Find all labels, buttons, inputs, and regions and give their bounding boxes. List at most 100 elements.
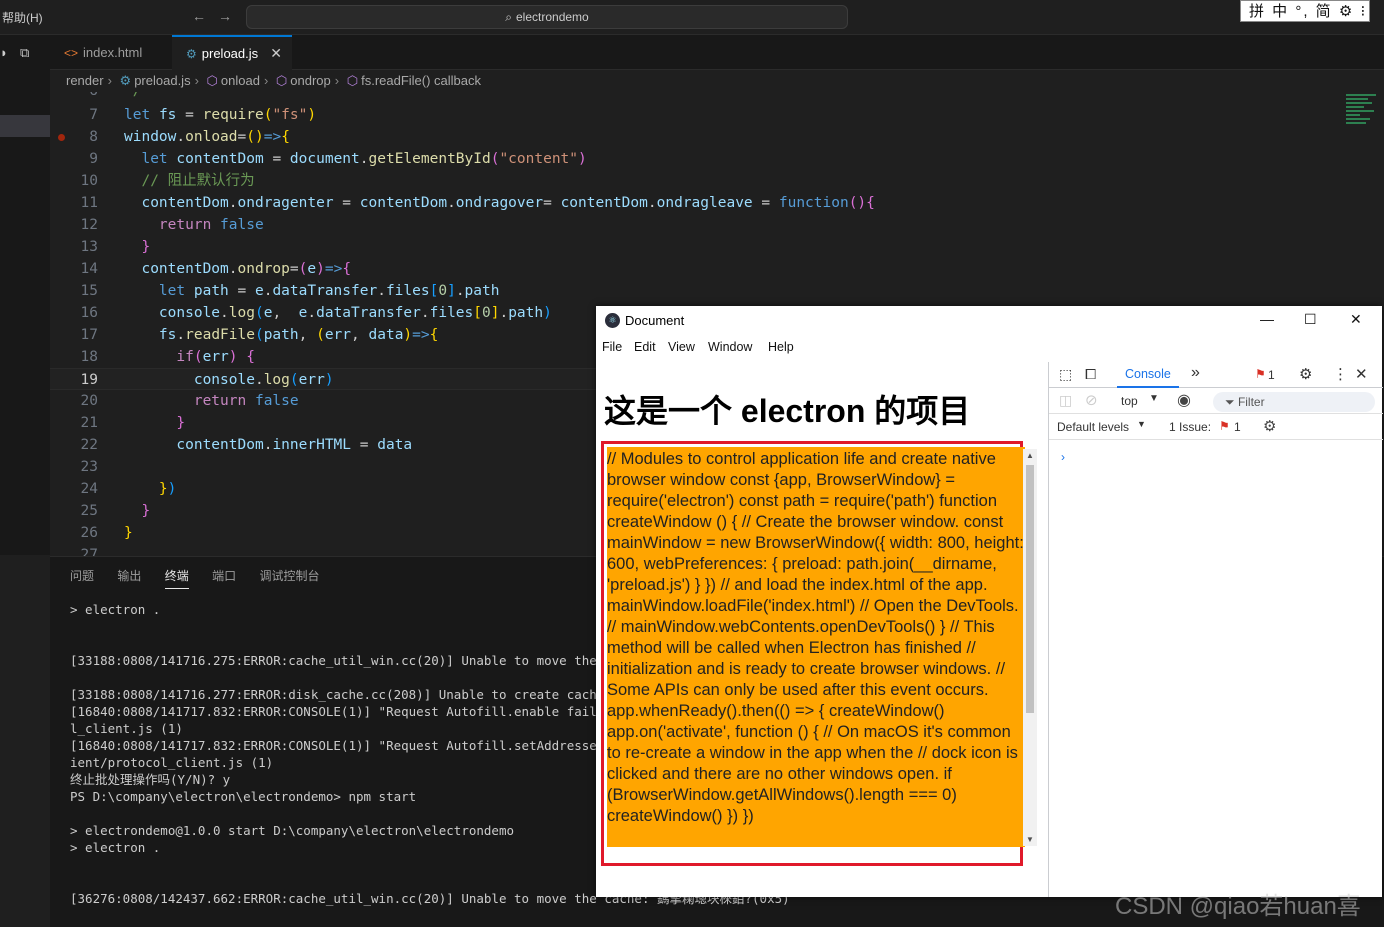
breadcrumb-symbol-ondrop[interactable]: ondrop [290, 73, 330, 88]
code-line: 9 let contentDom = document.getElementBy… [89, 151, 587, 167]
levels-dropdown[interactable]: Default levels [1057, 420, 1129, 434]
tab-debug-console[interactable]: 调试控制台 [259, 567, 319, 588]
terminal-line: PS D:\company\electron\electrondemo> npm… [70, 789, 417, 804]
code-line: 14 contentDom.ondrop=(e)=>{ [80, 261, 352, 277]
html-file-icon: <> [64, 46, 79, 60]
js-file-icon: ⚙ [186, 47, 197, 61]
context-select[interactable]: top [1121, 394, 1138, 408]
filter-icon: ⏷ [1225, 395, 1238, 409]
minimize-icon[interactable]: — [1260, 311, 1274, 327]
inspect-element-icon[interactable]: ⬚ [1059, 366, 1072, 383]
console-toolbar: ◫ ⊘ top ▼ ◉ ⏷ Filter [1049, 388, 1383, 414]
maximize-icon[interactable]: ☐ [1304, 311, 1317, 328]
ime-toolbar[interactable]: 拼 中 °, 简 ⚙ ⁝ [1240, 0, 1370, 22]
chevron-right-icon: › [194, 73, 199, 88]
issue-flag-icon: ⚑ [1219, 419, 1230, 433]
code-line: 10 // 阻止默认行为 [80, 173, 255, 189]
tab-problems[interactable]: 问题 [70, 567, 94, 588]
activity-bar: ◗ ⧉ [0, 35, 50, 555]
search-icon: ⌕ [505, 10, 512, 24]
terminal-line: [33188:0808/141716.275:ERROR:cache_util_… [70, 653, 635, 668]
terminal-line: [16840:0808/141717.832:ERROR:CONSOLE(1)]… [70, 704, 635, 719]
code-line: 15 let path = e.dataTransfer.files[0].pa… [80, 283, 500, 299]
kebab-menu-icon[interactable]: ⋮ [1333, 365, 1348, 383]
content-text: // Modules to control application life a… [607, 450, 1024, 825]
vscode-titlebar: 帮助(H) ← → ⌕ electrondemo [0, 0, 1384, 35]
console-prompt-icon[interactable]: › [1061, 450, 1065, 464]
chevron-down-icon: ▼ [1137, 419, 1146, 429]
menu-file[interactable]: File [602, 340, 622, 354]
tab-label: index.html [83, 45, 143, 60]
scroll-down-icon[interactable]: ▼ [1026, 835, 1034, 844]
console-filter-input[interactable]: ⏷ Filter [1213, 392, 1375, 412]
tab-label: preload.js [201, 46, 259, 61]
watermark: CSDN @qiao若huan喜 [1115, 893, 1361, 920]
tab-index-html[interactable]: <> index.html [50, 35, 170, 70]
forward-arrow-icon[interactable]: → [218, 8, 232, 24]
code-line: 7 let fs = require("fs") [89, 107, 317, 123]
tab-terminal[interactable]: 终端 [164, 567, 189, 589]
close-devtools-icon[interactable]: ✕ [1355, 365, 1368, 383]
menu-help[interactable]: Help [768, 340, 794, 354]
electron-titlebar[interactable]: ⚛ Document — ☐ ✕ [596, 306, 1382, 336]
minimap[interactable] [1346, 92, 1380, 142]
menu-edit[interactable]: Edit [634, 340, 656, 354]
panel-tabs: 问题 输出 终端 端口 调试控制台 [70, 567, 339, 589]
terminal-line: > electron . [70, 602, 161, 617]
issues-label[interactable]: 1 Issue: [1169, 420, 1211, 434]
sidebar-toggle-icon[interactable]: ◫ [1059, 392, 1072, 409]
page-heading: 这是一个 electron 的项目 [604, 393, 971, 429]
sidebar-toggle-icon[interactable]: ◗ [0, 45, 8, 60]
devtools-toolbar: ⬚ ⧠ Console » ⚑ 1 ⚙ ⋮ ✕ [1049, 362, 1383, 388]
error-count[interactable]: 1 [1268, 368, 1275, 382]
search-label: electrondemo [516, 10, 589, 24]
terminal-line: l_client.js (1) [70, 721, 183, 736]
scroll-thumb[interactable] [1026, 465, 1034, 713]
close-tab-icon[interactable]: ✕ [270, 37, 282, 70]
devtools-panel: ⬚ ⧠ Console » ⚑ 1 ⚙ ⋮ ✕ ◫ ⊘ top ▼ ◉ ⏷ Fi… [1048, 362, 1383, 897]
tab-ports[interactable]: 端口 [212, 567, 236, 588]
console-levels-bar: Default levels ▼ 1 Issue: ⚑ 1 ⚙ [1049, 414, 1383, 440]
error-flag-icon: ⚑ [1255, 367, 1266, 381]
filter-placeholder: Filter [1237, 395, 1265, 409]
chevron-right-icon: › [107, 73, 112, 88]
content-scrollbar[interactable]: ▲ ▼ [1023, 449, 1037, 846]
menu-help[interactable]: 帮助(H) [2, 9, 43, 26]
terminal-line: [33188:0808/141716.277:ERROR:disk_cache.… [70, 687, 605, 702]
terminal-line: [16840:0808/141717.832:ERROR:CONSOLE(1)]… [70, 738, 635, 753]
menu-view[interactable]: View [668, 340, 695, 354]
breadcrumb: render › ⚙ preload.js › ⬡ onload › ⬡ ondrop › ⬡… [50, 70, 1384, 92]
clear-console-icon[interactable]: ⊘ [1085, 391, 1098, 409]
terminal-line: > electrondemo@1.0.0 start D:\company\el… [70, 823, 515, 838]
settings-gear-icon[interactable]: ⚙ [1299, 365, 1312, 383]
breadcrumb-file[interactable]: preload.js [134, 73, 190, 88]
breadcrumb-symbol-onload[interactable]: onload [221, 73, 260, 88]
back-arrow-icon[interactable]: ← [192, 8, 206, 24]
breadcrumb-symbol-callback[interactable]: fs.readFile() callback [361, 73, 481, 88]
activity-selected-item[interactable] [0, 115, 50, 137]
symbol-cube-icon: ⬡ [346, 73, 359, 88]
console-settings-icon[interactable]: ⚙ [1263, 417, 1276, 435]
breadcrumb-folder[interactable]: render [66, 73, 104, 88]
code-line: 13 } [80, 239, 151, 255]
symbol-cube-icon: ⬡ [206, 73, 218, 88]
menu-window[interactable]: Window [708, 340, 752, 354]
chevron-right-icon: › [263, 73, 269, 88]
eye-icon[interactable]: ◉ [1177, 390, 1191, 410]
more-tabs-icon[interactable]: » [1191, 364, 1200, 382]
issues-count[interactable]: 1 [1234, 420, 1241, 434]
scroll-up-icon[interactable]: ▲ [1026, 451, 1034, 460]
code-line: 8 window.onload=()=>{ [50, 126, 1340, 148]
split-editor-icon[interactable]: ⧉ [20, 45, 29, 61]
device-toolbar-icon[interactable]: ⧠ [1085, 366, 1096, 383]
js-file-icon: ⚙ [119, 73, 132, 88]
command-center-search[interactable]: ⌕ electrondemo [246, 5, 848, 29]
tab-console[interactable]: Console [1117, 362, 1179, 388]
code-line: 12 return false [80, 217, 264, 233]
tab-preload-js[interactable]: ⚙ preload.js ✕ [172, 35, 292, 70]
code-line: 11 contentDom.ondragenter = contentDom.o… [80, 195, 875, 211]
drop-zone-content[interactable]: // Modules to control application life a… [601, 441, 1025, 866]
tab-output[interactable]: 输出 [117, 567, 141, 588]
close-window-icon[interactable]: ✕ [1350, 311, 1362, 328]
symbol-cube-icon: ⬡ [275, 73, 288, 88]
